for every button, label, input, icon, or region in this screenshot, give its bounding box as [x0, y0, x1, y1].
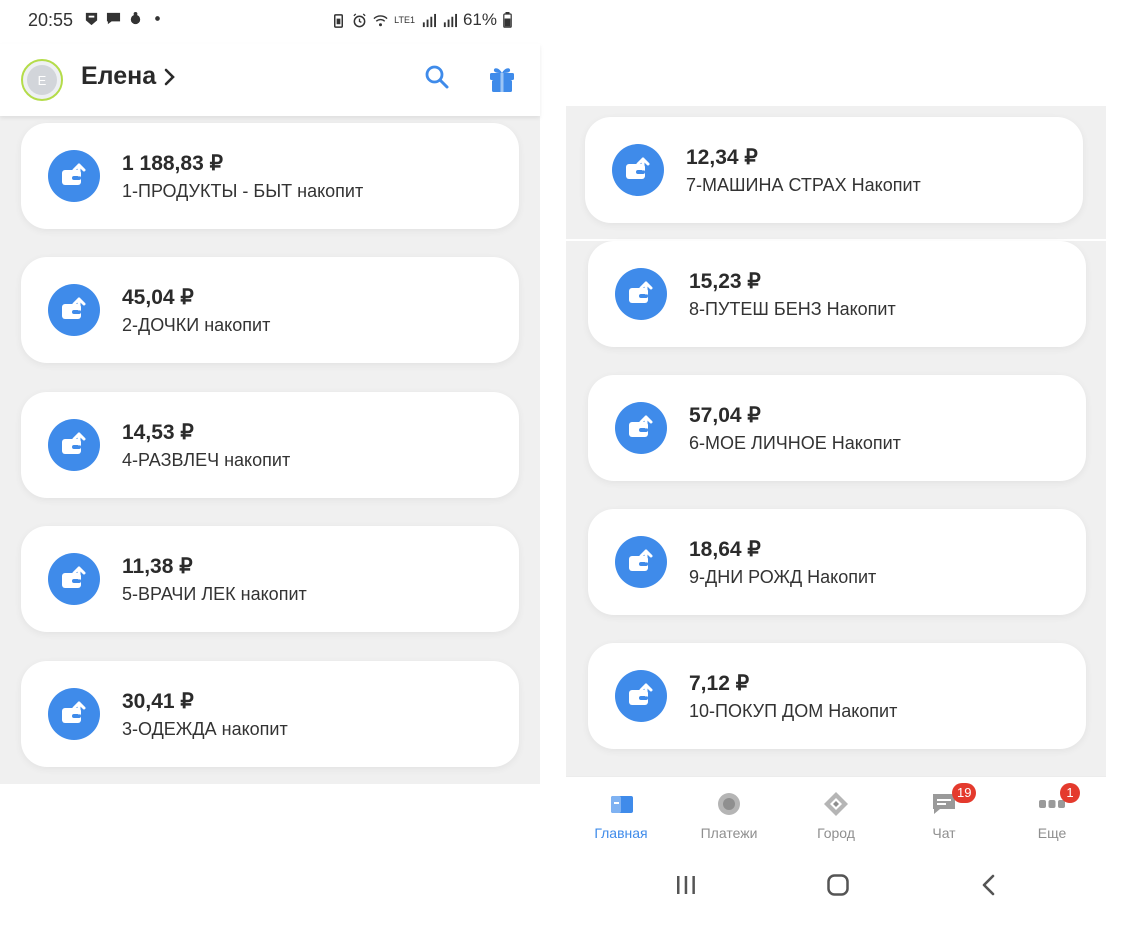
avatar[interactable]: Е [21, 59, 63, 101]
account-card[interactable]: 14,53 ₽ 4-РАЗВЛЕЧ накопит [21, 392, 519, 498]
shield-notification-icon [85, 12, 98, 26]
signal-strength-2-icon [443, 13, 457, 27]
wallet-topup-icon [615, 268, 667, 320]
wifi-icon [373, 14, 388, 26]
account-name: 8-ПУТЕШ БЕНЗ Накопит [689, 299, 896, 319]
city-diamond-icon [824, 792, 848, 816]
nav-item-home[interactable]: Главная [581, 791, 661, 841]
account-card[interactable]: 12,34 ₽ 7-МАШИНА СТРАХ Накопит [585, 117, 1083, 223]
recent-apps-icon[interactable] [674, 874, 698, 896]
battery-icon [503, 12, 512, 28]
wallet-topup-icon [48, 150, 100, 202]
home-button-icon[interactable] [826, 874, 850, 896]
network-type-label: LTE1 [394, 14, 415, 25]
account-card[interactable]: 57,04 ₽ 6-МОЕ ЛИЧНОЕ Накопит [588, 375, 1086, 481]
accounts-list-right: 12,34 ₽ 7-МАШИНА СТРАХ Накопит 15,23 ₽ 8… [566, 106, 1106, 776]
nav-label-home: Главная [594, 825, 648, 841]
account-card[interactable]: 15,23 ₽ 8-ПУТЕШ БЕНЗ Накопит [588, 241, 1086, 347]
accounts-list-left: 1 188,83 ₽ 1-ПРОДУКТЫ - БЫТ накопит 45,0… [0, 116, 540, 784]
account-balance: 30,41 ₽ [122, 690, 194, 713]
account-card[interactable]: 45,04 ₽ 2-ДОЧКИ накопит [21, 257, 519, 363]
wallet-topup-icon [48, 284, 100, 336]
account-card[interactable]: 11,38 ₽ 5-ВРАЧИ ЛЕК накопит [21, 526, 519, 632]
right-screen: 12,34 ₽ 7-МАШИНА СТРАХ Накопит 15,23 ₽ 8… [566, 106, 1106, 932]
alarm-icon [353, 12, 366, 27]
nav-item-more[interactable]: 1 Еще [1012, 783, 1092, 841]
nav-label-payments: Платежи [700, 825, 758, 841]
account-balance: 14,53 ₽ [122, 421, 194, 444]
account-balance: 7,12 ₽ [689, 672, 750, 695]
chat-unread-badge: 19 [952, 783, 977, 803]
signal-strength-icon [422, 13, 436, 27]
status-time: 20:55 [28, 10, 74, 30]
account-name: 5-ВРАЧИ ЛЕК накопит [122, 584, 307, 604]
nav-label-more: Еще [1037, 825, 1067, 841]
account-card[interactable]: 7,12 ₽ 10-ПОКУП ДОМ Накопит [588, 643, 1086, 749]
wallet-topup-icon [615, 670, 667, 722]
account-name: 9-ДНИ РОЖД Накопит [689, 567, 877, 587]
message-notification-icon [106, 12, 121, 25]
bottom-navigation: Главная Платежи Город 19 Чат 1 Еще [566, 776, 1106, 843]
account-card[interactable]: 18,64 ₽ 9-ДНИ РОЖД Накопит [588, 509, 1086, 615]
account-name: 2-ДОЧКИ накопит [122, 315, 271, 335]
account-balance: 15,23 ₽ [689, 270, 761, 293]
profile-name[interactable]: Елена [81, 62, 156, 91]
account-balance: 57,04 ₽ [689, 404, 761, 427]
account-balance: 45,04 ₽ [122, 286, 194, 309]
account-card[interactable]: 1 188,83 ₽ 1-ПРОДУКТЫ - БЫТ накопит [21, 123, 519, 229]
avatar-initial: Е [27, 65, 57, 95]
more-badge: 1 [1060, 783, 1080, 803]
wallet-topup-icon [48, 419, 100, 471]
account-name: 6-МОЕ ЛИЧНОЕ Накопит [689, 433, 901, 453]
system-navigation-bar [566, 842, 1106, 932]
wallet-topup-icon [612, 144, 664, 196]
nav-item-payments[interactable]: Платежи [689, 791, 769, 841]
account-name: 4-РАЗВЛЕЧ накопит [122, 450, 291, 470]
chevron-right-icon[interactable] [164, 68, 176, 86]
wallet-topup-icon [48, 553, 100, 605]
account-name: 10-ПОКУП ДОМ Накопит [689, 701, 898, 721]
nav-item-city[interactable]: Город [796, 791, 876, 841]
payments-circle-icon [718, 793, 740, 815]
nav-label-chat: Чат [932, 825, 956, 841]
app-header: Е Елена [0, 44, 540, 116]
battery-percentage: 61% [462, 10, 497, 29]
account-balance: 18,64 ₽ [689, 538, 761, 561]
nav-item-chat[interactable]: 19 Чат [904, 783, 984, 841]
nav-label-city: Город [817, 825, 855, 841]
account-card[interactable]: 30,41 ₽ 3-ОДЕЖДА накопит [21, 661, 519, 767]
battery-saver-icon [334, 13, 344, 28]
wallet-topup-icon [48, 688, 100, 740]
home-card-icon [611, 796, 633, 813]
wallet-topup-icon [615, 402, 667, 454]
status-bar: 20:55 LTE1 61% [0, 0, 540, 44]
back-button-icon[interactable] [978, 874, 1002, 896]
account-name: 1-ПРОДУКТЫ - БЫТ накопит [122, 181, 364, 201]
account-balance: 11,38 ₽ [122, 555, 193, 578]
app-notification-icon [130, 11, 141, 25]
left-screen: 20:55 LTE1 61% Е Елена 1 188,83 ₽ 1-ПРОД… [0, 0, 540, 932]
account-name: 7-МАШИНА СТРАХ Накопит [686, 175, 921, 195]
gift-icon[interactable] [486, 62, 518, 94]
account-balance: 1 188,83 ₽ [122, 152, 223, 175]
account-balance: 12,34 ₽ [686, 146, 758, 169]
more-notifications-dot-icon [155, 16, 160, 21]
search-icon[interactable] [424, 64, 450, 90]
account-name: 3-ОДЕЖДА накопит [122, 719, 288, 739]
wallet-topup-icon [615, 536, 667, 588]
